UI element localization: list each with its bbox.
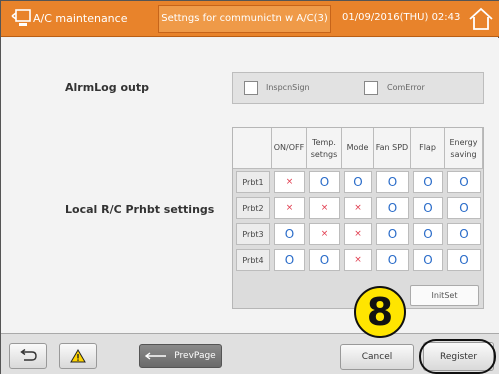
- left-arrow-icon: [145, 352, 167, 360]
- toggle-cell[interactable]: ×: [344, 249, 372, 271]
- toggle-cell[interactable]: ×: [274, 171, 305, 193]
- table-corner: [233, 128, 272, 169]
- toggle-cell[interactable]: O: [309, 249, 340, 271]
- toggle-cell[interactable]: O: [376, 197, 409, 219]
- alarm-log-label: AlrmLog outp: [65, 81, 149, 94]
- step-badge: 8: [354, 286, 406, 338]
- toggle-cell[interactable]: ×: [309, 197, 340, 219]
- column-header: ON/OFF: [272, 128, 307, 169]
- row-header: Prbt1: [236, 171, 270, 193]
- return-arrow-icon: [20, 349, 37, 361]
- column-header: Mode: [342, 128, 374, 169]
- column-header: Temp. setngs: [307, 128, 342, 169]
- cancel-button[interactable]: Cancel: [340, 344, 414, 370]
- row-header: Prbt4: [236, 249, 270, 271]
- warning-button[interactable]: [59, 343, 97, 369]
- com-error-checkbox[interactable]: [364, 81, 378, 95]
- toggle-cell[interactable]: O: [447, 223, 481, 245]
- alarm-log-options: InspcnSign ComError: [232, 72, 484, 104]
- page-title: A/C maintenance: [33, 12, 128, 25]
- toggle-cell[interactable]: O: [413, 223, 443, 245]
- column-header: Energy saving: [445, 128, 483, 169]
- row-header: Prbt2: [236, 197, 270, 219]
- warning-icon: [70, 349, 86, 363]
- tab-settings-communication[interactable]: Settngs for communictn w A/C(3): [158, 5, 331, 33]
- toggle-cell[interactable]: O: [376, 171, 409, 193]
- toggle-cell[interactable]: O: [447, 197, 481, 219]
- inspection-sign-checkbox[interactable]: [244, 81, 258, 95]
- toggle-cell[interactable]: O: [447, 171, 481, 193]
- toggle-cell[interactable]: ×: [274, 197, 305, 219]
- toggle-cell[interactable]: O: [344, 171, 372, 193]
- toggle-cell[interactable]: O: [274, 249, 305, 271]
- prohibit-settings-label: Local R/C Prhbt settings: [65, 203, 215, 216]
- toggle-cell[interactable]: O: [447, 249, 481, 271]
- com-error-label: ComError: [387, 83, 425, 92]
- datetime: 01/09/2016(THU) 02:43: [342, 12, 461, 23]
- prev-page-label: PrevPage: [174, 351, 216, 361]
- toggle-cell[interactable]: O: [376, 249, 409, 271]
- home-icon[interactable]: [466, 5, 496, 33]
- prohibit-table: ON/OFF Temp. setngs Mode Fan SPD Flap En…: [232, 127, 484, 309]
- header-bar: A/C maintenance Settngs for communictn w…: [1, 1, 499, 37]
- toggle-cell[interactable]: O: [309, 171, 340, 193]
- row-header: Prbt3: [236, 223, 270, 245]
- toggle-cell[interactable]: O: [274, 223, 305, 245]
- toggle-cell[interactable]: O: [413, 171, 443, 193]
- back-button[interactable]: [9, 343, 47, 369]
- prev-page-button[interactable]: PrevPage: [139, 344, 222, 368]
- init-set-button[interactable]: InitSet: [410, 285, 479, 306]
- toggle-cell[interactable]: ×: [344, 197, 372, 219]
- toggle-cell[interactable]: O: [413, 249, 443, 271]
- toggle-cell[interactable]: ×: [344, 223, 372, 245]
- column-header: Fan SPD: [374, 128, 411, 169]
- content-area: AlrmLog outp InspcnSign ComError Local R…: [1, 38, 499, 333]
- toggle-cell[interactable]: ×: [309, 223, 340, 245]
- toggle-cell[interactable]: O: [413, 197, 443, 219]
- ac-unit-icon[interactable]: [10, 7, 32, 29]
- column-header: Flap: [411, 128, 445, 169]
- inspection-sign-label: InspcnSign: [266, 83, 310, 92]
- register-highlight-ring: [419, 339, 496, 374]
- toggle-cell[interactable]: O: [376, 223, 409, 245]
- screen: A/C maintenance Settngs for communictn w…: [0, 0, 499, 374]
